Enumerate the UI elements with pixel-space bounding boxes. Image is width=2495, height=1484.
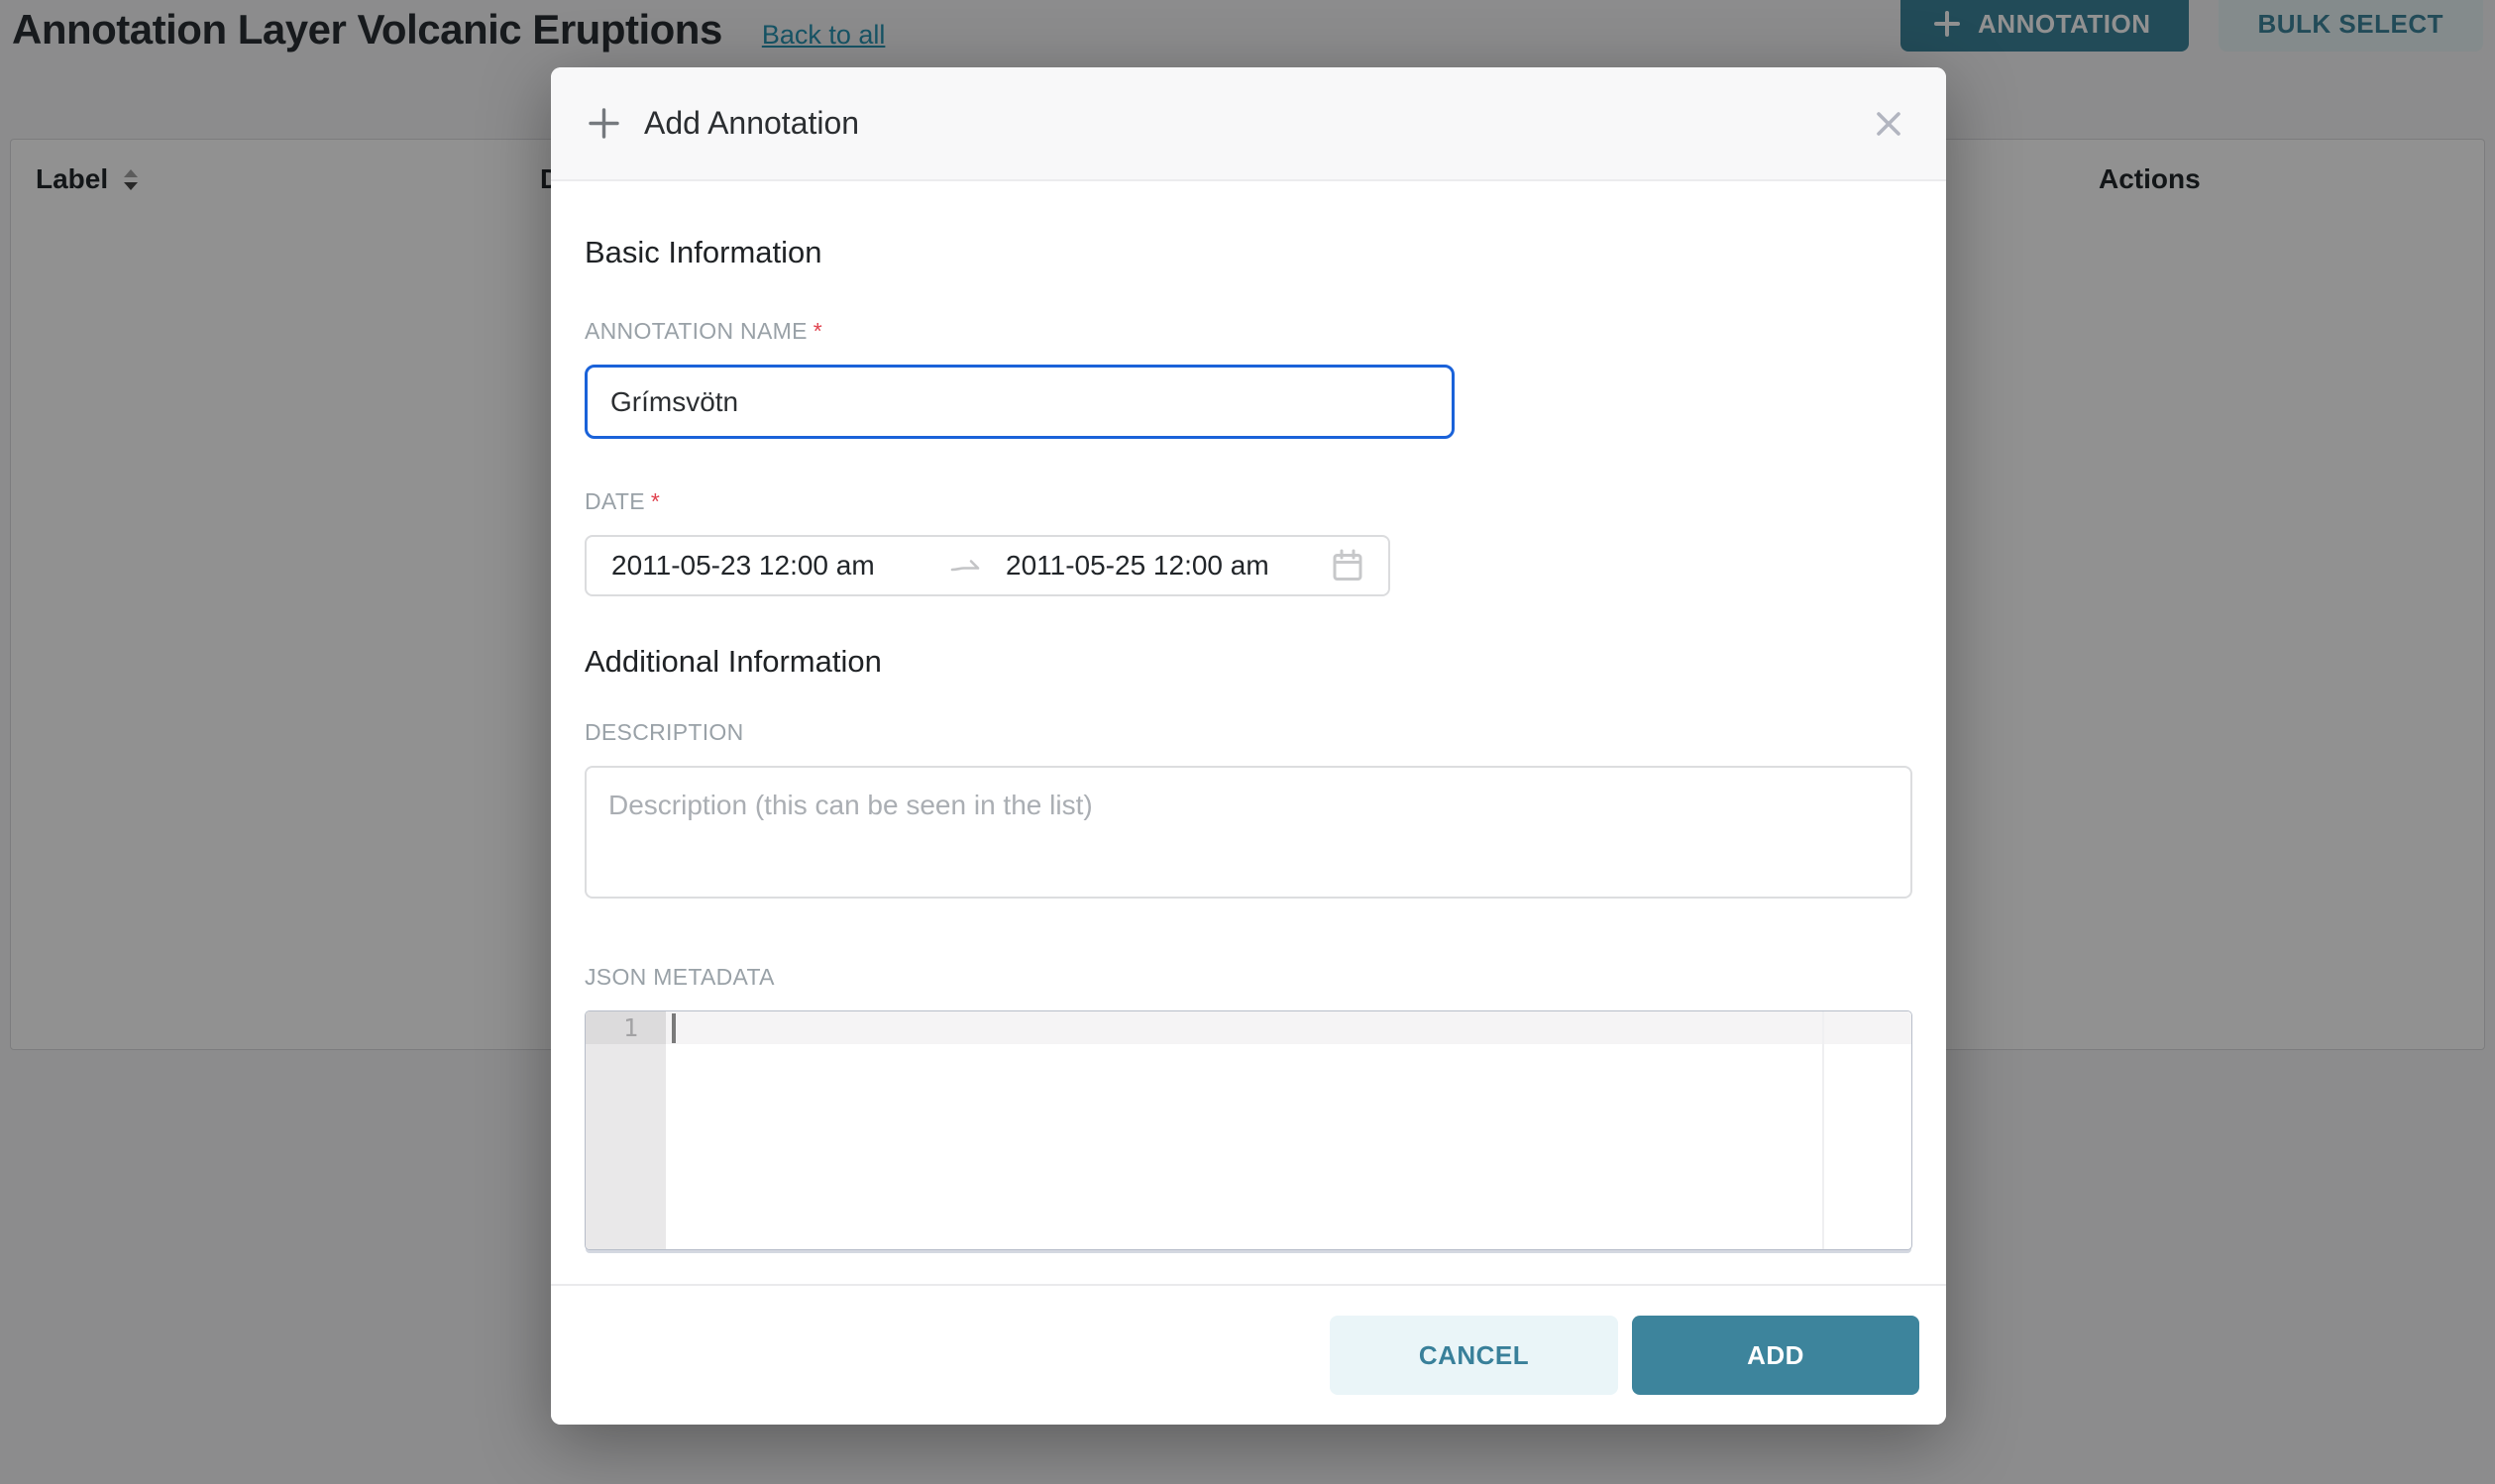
json-metadata-label: JSON METADATA <box>585 964 1912 991</box>
cancel-button[interactable]: CANCEL <box>1330 1316 1618 1395</box>
editor-active-line <box>666 1011 1911 1044</box>
arrow-right-icon <box>950 558 982 574</box>
date-range-picker[interactable]: 2011-05-23 12:00 am 2011-05-25 12:00 am <box>585 535 1390 596</box>
editor-print-margin <box>1822 1011 1824 1249</box>
section-basic-information: Basic Information <box>585 235 1912 270</box>
add-button[interactable]: ADD <box>1632 1316 1919 1395</box>
modal-header: Add Annotation <box>551 67 1946 181</box>
section-additional-information: Additional Information <box>585 644 1912 680</box>
plus-icon <box>588 107 620 140</box>
editor-gutter: 1 <box>586 1011 666 1249</box>
add-annotation-modal: Add Annotation Basic Information ANNOTAT… <box>551 67 1946 1425</box>
modal-body: Basic Information ANNOTATION NAME* DATE*… <box>551 181 1946 1250</box>
date-end-value[interactable]: 2011-05-25 12:00 am <box>1006 550 1269 582</box>
modal-title: Add Annotation <box>644 105 859 142</box>
annotation-name-input[interactable] <box>585 365 1455 439</box>
editor-cursor <box>672 1013 676 1043</box>
json-metadata-editor[interactable]: 1 <box>585 1010 1912 1250</box>
close-icon[interactable] <box>1875 110 1902 138</box>
annotation-name-label: ANNOTATION NAME* <box>585 318 1912 345</box>
required-asterisk: * <box>814 318 822 344</box>
calendar-icon[interactable] <box>1332 549 1363 583</box>
description-label: DESCRIPTION <box>585 719 1912 746</box>
modal-footer: CANCEL ADD <box>551 1284 1946 1425</box>
date-label: DATE* <box>585 488 1912 515</box>
description-textarea[interactable] <box>585 766 1912 899</box>
editor-line-number: 1 <box>586 1011 666 1044</box>
date-start-value[interactable]: 2011-05-23 12:00 am <box>611 550 950 582</box>
required-asterisk: * <box>651 488 660 514</box>
